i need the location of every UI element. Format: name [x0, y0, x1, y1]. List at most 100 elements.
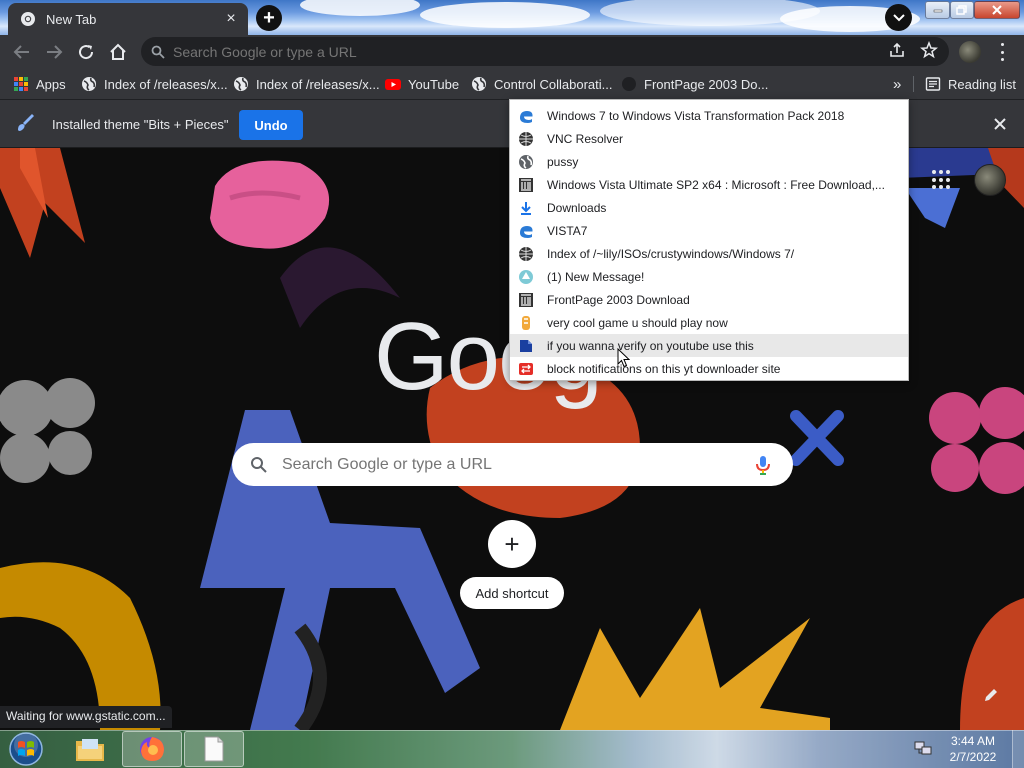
folder-icon: [76, 739, 104, 761]
apps-grid-icon: [14, 77, 28, 91]
bookmark-label: FrontPage 2003 Do...: [644, 76, 769, 92]
tab-close-icon[interactable]: ×: [222, 10, 240, 28]
bookmark-youtube[interactable]: YouTube: [385, 75, 459, 93]
minimize-button[interactable]: [925, 1, 950, 19]
bookmark-label: Index of /releases/x...: [256, 76, 380, 92]
taskbar-notepad[interactable]: [184, 731, 244, 767]
downloader-icon: [519, 362, 533, 375]
infobar-message: Installed theme "Bits + Pieces": [52, 117, 229, 132]
sky-cloud: [420, 2, 590, 28]
search-icon: [251, 456, 267, 473]
menu-item-crustywindows[interactable]: Index of /~lily/ISOs/crustywindows/Windo…: [510, 242, 908, 265]
archive-org-icon: [519, 292, 533, 307]
menu-item-vista-transformation[interactable]: Windows 7 to Windows Vista Transformatio…: [510, 104, 908, 127]
reload-button[interactable]: [74, 40, 98, 64]
download-icon: [521, 201, 531, 215]
menu-item-label: VISTA7: [547, 223, 588, 238]
menu-item-cool-game[interactable]: very cool game u should play now: [510, 311, 908, 334]
bookmark-releases-1[interactable]: Index of /releases/x...: [81, 75, 228, 93]
globe-icon: [472, 77, 486, 91]
bookmark-apps[interactable]: Apps: [13, 75, 66, 93]
message-icon: [519, 269, 533, 284]
restore-button[interactable]: [950, 1, 974, 19]
verify-icon: [520, 339, 532, 352]
bookmarks-bar: Apps Index of /releases/x... Index of /r…: [0, 68, 1024, 100]
network-icon[interactable]: [914, 740, 932, 756]
menu-item-downloads[interactable]: Downloads: [510, 196, 908, 219]
tab-title: New Tab: [46, 11, 97, 27]
tab-search-button[interactable]: [885, 4, 912, 31]
bookmark-frontpage[interactable]: FrontPage 2003 Do...: [621, 75, 768, 93]
system-clock[interactable]: 3:44 AM 2/7/2022: [940, 733, 1006, 765]
bookmarks-overflow-menu: Windows 7 to Windows Vista Transformatio…: [509, 99, 909, 381]
browser-toolbar: [0, 35, 1024, 68]
menu-item-label: pussy: [547, 154, 579, 169]
omnibox[interactable]: [141, 37, 949, 66]
menu-item-frontpage-download[interactable]: FrontPage 2003 Download: [510, 288, 908, 311]
chrome-icon: [21, 12, 35, 26]
chevron-down-icon: [892, 13, 905, 21]
youtube-icon: [385, 79, 401, 90]
web-icon: [519, 246, 533, 261]
archive-org-icon: [519, 177, 533, 192]
customize-pencil-icon[interactable]: [982, 686, 1000, 704]
reading-list-button[interactable]: Reading list: [925, 75, 1016, 93]
arrow-right-icon: [47, 45, 63, 59]
close-window-button[interactable]: [974, 1, 1020, 19]
new-tab-button[interactable]: +: [256, 5, 282, 31]
firefox-icon: [140, 737, 164, 761]
menu-item-block-notifications[interactable]: block notifications on this yt downloade…: [510, 357, 908, 380]
ntp-search-input[interactable]: [282, 455, 751, 474]
bookmark-star-icon[interactable]: [920, 41, 938, 59]
status-bubble: Waiting for www.gstatic.com...: [0, 706, 172, 728]
clock-time: 3:44 AM: [950, 734, 996, 748]
document-icon: [204, 736, 224, 762]
add-shortcut-button[interactable]: +: [488, 520, 536, 568]
menu-item-verify-youtube[interactable]: if you wanna verify on youtube use this: [510, 334, 908, 357]
google-apps-button[interactable]: [932, 170, 952, 190]
start-button-icon[interactable]: [6, 731, 46, 767]
mouse-cursor-icon: [617, 348, 630, 368]
menu-item-vnc-resolver[interactable]: VNC Resolver: [510, 127, 908, 150]
reload-icon: [79, 45, 94, 60]
search-icon: [151, 45, 165, 59]
globe-icon: [519, 154, 533, 169]
menu-item-globe-link[interactable]: pussy: [510, 150, 908, 173]
ntp-search-box[interactable]: [232, 443, 793, 486]
restore-icon: [956, 5, 967, 15]
taskbar-firefox[interactable]: [122, 731, 182, 767]
minimize-icon: [933, 9, 942, 13]
menu-item-vista-ultimate[interactable]: Windows Vista Ultimate SP2 x64 : Microso…: [510, 173, 908, 196]
windows-taskbar: 3:44 AM 2/7/2022: [0, 730, 1024, 768]
menu-item-label: FrontPage 2003 Download: [547, 292, 690, 307]
reading-list-icon: [925, 77, 941, 91]
undo-button[interactable]: Undo: [239, 110, 303, 140]
menu-item-label: Downloads: [547, 200, 607, 215]
taskbar-explorer[interactable]: [60, 731, 120, 767]
forward-button[interactable]: [42, 40, 66, 64]
add-shortcut-label[interactable]: Add shortcut: [460, 577, 564, 609]
bookmarks-overflow-button[interactable]: »: [893, 75, 901, 93]
chrome-menu-button[interactable]: [994, 43, 1010, 61]
menu-item-label: (1) New Message!: [547, 269, 645, 284]
google-account-avatar[interactable]: [974, 164, 1006, 196]
show-desktop-button[interactable]: [1012, 730, 1024, 768]
bookmark-control-collaboration[interactable]: Control Collaborati...: [471, 75, 613, 93]
home-button[interactable]: [106, 40, 130, 64]
clock-date: 2/7/2022: [949, 750, 997, 764]
microphone-icon[interactable]: [751, 453, 775, 477]
back-button[interactable]: [10, 40, 34, 64]
omnibox-input[interactable]: [173, 43, 949, 60]
paintbrush-icon: [18, 114, 34, 131]
profile-avatar-button[interactable]: [959, 41, 981, 63]
close-icon[interactable]: [990, 114, 1010, 134]
archive-icon: [622, 77, 636, 91]
menu-item-vista7[interactable]: VISTA7: [510, 219, 908, 242]
bookmark-releases-2[interactable]: Index of /releases/x...: [233, 75, 380, 93]
bookmark-label: Index of /releases/x...: [104, 76, 228, 92]
menu-item-label: very cool game u should play now: [547, 315, 728, 330]
share-icon[interactable]: [888, 41, 906, 59]
menu-item-new-message[interactable]: (1) New Message!: [510, 265, 908, 288]
globe-icon: [234, 77, 248, 91]
tab-new-tab[interactable]: New Tab ×: [8, 3, 248, 35]
